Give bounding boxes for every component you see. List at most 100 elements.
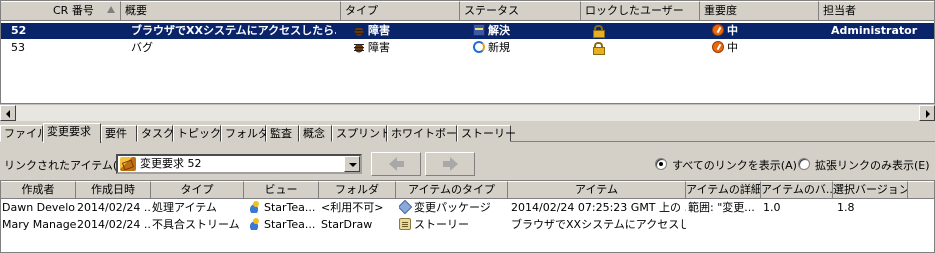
- item-version-cell: 1.0: [763, 201, 781, 214]
- horizontal-scrollbar[interactable]: [0, 104, 935, 121]
- table-row-selected[interactable]: 52 ブラウザでXXシステムにアクセスしたら... 障害 解決 中 Admini…: [1, 23, 934, 39]
- tab-tasks[interactable]: タスク: [137, 125, 174, 142]
- view-label: StarTea...: [264, 201, 316, 214]
- column-header-label: 重要度: [704, 4, 737, 17]
- locked-user-cell: [593, 40, 693, 56]
- tab-audit[interactable]: 監査: [266, 125, 299, 142]
- table-row[interactable]: Mary Manager 2014/02/24 ... 不具合ストリーム Sta…: [1, 217, 934, 233]
- column-header-view[interactable]: ビュー: [244, 181, 319, 199]
- locked-user-cell: [593, 23, 693, 39]
- linked-items-combobox[interactable]: 変更要求 52: [116, 154, 362, 174]
- arrow-left-icon: [389, 157, 404, 171]
- column-header-label: ロックしたユーザー: [585, 4, 684, 17]
- lock-icon: [593, 42, 605, 55]
- selected-version-cell: 1.8: [837, 201, 855, 214]
- scroll-left-button[interactable]: [0, 105, 16, 121]
- column-header-cr-number[interactable]: CR 番号: [1, 1, 121, 21]
- sort-ascending-icon: [107, 6, 115, 13]
- column-header-selected-version[interactable]: 選択バージョン: [833, 181, 908, 199]
- item-version-cell: [763, 217, 833, 233]
- view-icon: [247, 201, 261, 213]
- tab-files[interactable]: ファイル: [0, 125, 48, 142]
- view-cell: StarTea...: [247, 200, 319, 216]
- linked-items-grid[interactable]: 作成者 作成日時 タイプ ビュー フォルダ アイテムのタイプ アイテム アイテム…: [0, 180, 935, 253]
- status-label: 解決: [488, 24, 510, 37]
- tab-concepts[interactable]: 概念: [299, 125, 332, 142]
- change-request-grid[interactable]: CR 番号 概要 タイプ ステータス ロックしたユーザー 重要度 担当者 52 …: [0, 0, 935, 104]
- table-row[interactable]: Dawn Develo... 2014/02/24 ... 処理アイテム Sta…: [1, 200, 934, 216]
- tab-folders[interactable]: フォルダ: [221, 125, 269, 142]
- linked-items-toolbar: リンクされたアイテム(L): 変更要求 52 すべてのリンクを表示(A) 拡張リ…: [0, 148, 935, 180]
- change-request-icon: [120, 157, 136, 171]
- view-icon: [247, 218, 261, 230]
- tab-topics[interactable]: トピック: [173, 125, 221, 142]
- item-type-cell: ストーリー: [399, 217, 508, 233]
- status-cell: 解決: [473, 23, 573, 39]
- item-type-label: 変更パッケージ: [414, 201, 491, 214]
- tab-requirements[interactable]: 要件: [101, 125, 137, 142]
- status-label: 新規: [488, 41, 510, 54]
- column-header-summary[interactable]: 概要: [121, 1, 341, 21]
- cr-number-cell: 52: [11, 24, 27, 37]
- column-header-item[interactable]: アイテム: [508, 181, 686, 199]
- column-header-author[interactable]: 作成者: [1, 181, 76, 199]
- arrow-right-icon: [926, 110, 930, 118]
- item-details-cell: 範囲: "変更...: [688, 201, 755, 214]
- created-cell: 2014/02/24 ...: [77, 201, 151, 214]
- resolved-icon: [473, 24, 485, 36]
- item-type-label: ストーリー: [414, 218, 469, 231]
- type-cell: 障害: [353, 40, 453, 56]
- priority-icon: [712, 24, 724, 36]
- bug-icon: [353, 41, 365, 53]
- column-header-filler: [908, 181, 934, 199]
- show-all-links-label[interactable]: すべてのリンクを表示(A): [672, 157, 797, 173]
- column-header-item-details[interactable]: アイテムの詳細: [686, 181, 761, 199]
- lock-icon: [593, 25, 605, 38]
- tab-change-requests[interactable]: 変更要求: [43, 123, 101, 143]
- show-extended-links-radio[interactable]: [798, 158, 810, 170]
- tab-sprints[interactable]: スプリント: [332, 125, 391, 142]
- assignee-cell: Administrator: [831, 24, 918, 37]
- show-all-links-radio[interactable]: [655, 158, 667, 170]
- column-header-item-type[interactable]: アイテムのタイプ: [396, 181, 508, 199]
- combobox-dropdown-button[interactable]: [344, 156, 360, 172]
- radio-dot: [659, 162, 663, 166]
- column-header-label: 担当者: [823, 4, 856, 17]
- column-header-assignee[interactable]: 担当者: [819, 1, 934, 21]
- assignee-cell: [831, 40, 934, 56]
- type-label: 障害: [368, 41, 390, 54]
- severity-cell: 中: [712, 23, 812, 39]
- next-link-button[interactable]: [425, 152, 475, 176]
- created-cell: 2014/02/24 ...: [77, 218, 151, 231]
- table-row[interactable]: 53 バグ 障害 新規 中: [1, 40, 934, 56]
- column-header-item-version[interactable]: アイテムのバ...: [761, 181, 833, 199]
- item-cell: 2014/02/24 07:25:23 GMT 上の ...: [511, 201, 686, 214]
- severity-cell: 中: [712, 40, 812, 56]
- column-header-type[interactable]: タイプ: [151, 181, 244, 199]
- column-header-locked-user[interactable]: ロックしたユーザー: [581, 1, 700, 21]
- column-header-type[interactable]: タイプ: [341, 1, 460, 21]
- previous-link-button[interactable]: [371, 152, 421, 176]
- scroll-right-button[interactable]: [919, 105, 935, 121]
- severity-label: 中: [727, 24, 738, 37]
- linked-items-label: リンクされたアイテム(L):: [4, 159, 132, 172]
- type-label: 障害: [368, 24, 390, 37]
- type-cell: 処理アイテム: [152, 201, 217, 214]
- priority-icon: [712, 41, 724, 53]
- summary-cell: バグ: [131, 41, 153, 54]
- combobox-value: 変更要求 52: [140, 157, 202, 170]
- tab-stories[interactable]: ストーリー: [457, 125, 516, 142]
- status-cell: 新規: [473, 40, 573, 56]
- show-extended-links-label[interactable]: 拡張リンクのみ表示(E): [815, 157, 930, 173]
- column-header-status[interactable]: ステータス: [460, 1, 581, 21]
- column-header-severity[interactable]: 重要度: [700, 1, 819, 21]
- tab-whiteboards[interactable]: ホワイトボード: [387, 125, 468, 142]
- view-cell: StarTea...: [247, 217, 319, 233]
- column-header-created[interactable]: 作成日時: [76, 181, 151, 199]
- column-header-folder[interactable]: フォルダ: [319, 181, 396, 199]
- item-cell: ブラウザでXXシステムにアクセスした...: [511, 218, 686, 231]
- arrow-right-icon: [443, 157, 458, 171]
- story-icon: [399, 218, 411, 230]
- column-header-label: タイプ: [345, 4, 378, 17]
- item-type-cell: 変更パッケージ: [399, 200, 508, 216]
